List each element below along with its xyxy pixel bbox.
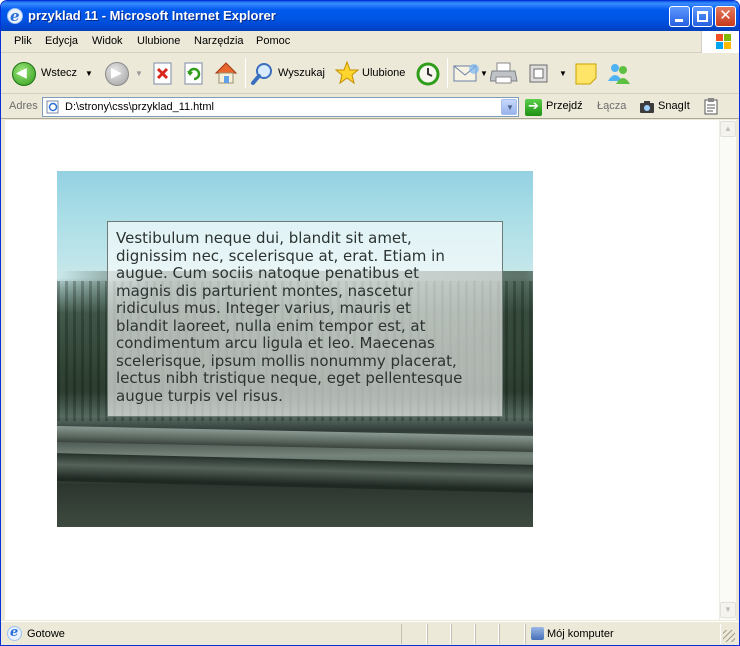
- clipboard-icon[interactable]: [703, 98, 719, 115]
- paragraph-line: blandit laoreet, nulla enim tempor est, …: [116, 316, 426, 335]
- status-bar: e Gotowe Mój komputer: [1, 621, 739, 645]
- paragraph-line: scelerisque, ipsum mollis nonummy placer…: [116, 351, 457, 370]
- address-input[interactable]: D:\strony\css\przyklad_11.html ▼: [42, 97, 519, 117]
- snagit-camera-icon[interactable]: [639, 100, 655, 114]
- status-cell: [475, 624, 499, 644]
- chevron-down-icon: ▼: [506, 103, 514, 112]
- go-arrow-icon[interactable]: ➔: [525, 99, 542, 116]
- toolbar-separator: [245, 58, 246, 88]
- back-arrow-icon[interactable]: ◀: [12, 62, 36, 86]
- go-button-label[interactable]: Przejdź: [546, 100, 583, 112]
- menu-pomoc[interactable]: Pomoc: [256, 35, 290, 47]
- back-button-label[interactable]: Wstecz: [41, 67, 77, 79]
- paragraph-line: condimentum arcu ligula et leo. Maecenas: [116, 334, 435, 352]
- messenger-icon[interactable]: [605, 61, 633, 87]
- status-cell: [451, 624, 475, 644]
- page-icon: [46, 100, 59, 114]
- paragraph-line: Vestibulum neque dui, blandit sit amet,: [116, 229, 412, 247]
- forward-dropdown-icon[interactable]: ▼: [135, 69, 143, 78]
- status-cell: [427, 624, 451, 644]
- mail-dropdown-icon[interactable]: ▼: [480, 69, 488, 78]
- paragraph-line: dignissim nec, scelerisque at, erat. Eti…: [116, 246, 445, 265]
- toolbar-separator: [447, 58, 448, 88]
- back-dropdown-icon[interactable]: ▼: [85, 69, 93, 78]
- search-button-label[interactable]: Wyszukaj: [278, 67, 325, 79]
- menu-bar: Plik Edycja Widok Ulubione Narzędzia Pom…: [1, 31, 739, 53]
- edit-dropdown-icon[interactable]: ▼: [559, 69, 567, 78]
- windows-logo-icon: [701, 31, 739, 53]
- background-photo: Vestibulum neque dui, blandit sit amet, …: [57, 171, 533, 527]
- address-value[interactable]: D:\strony\css\przyklad_11.html: [65, 101, 214, 113]
- favorites-star-icon[interactable]: [334, 60, 360, 86]
- menu-narzedzia[interactable]: Narzędzia: [194, 35, 244, 47]
- scroll-down-button[interactable]: ▼: [720, 602, 736, 618]
- menu-edycja[interactable]: Edycja: [45, 35, 78, 47]
- vertical-scrollbar[interactable]: ▲ ▼: [719, 120, 736, 620]
- status-cell: [401, 624, 427, 644]
- computer-zone-icon: [531, 627, 544, 640]
- menu-ulubione[interactable]: Ulubione: [137, 35, 180, 47]
- address-dropdown-button[interactable]: ▼: [501, 99, 517, 115]
- minimize-icon: [675, 19, 683, 22]
- paragraph-line: augue turpis vel risus.: [116, 386, 283, 405]
- chevron-down-icon: ▼: [724, 605, 732, 614]
- status-text: Gotowe: [27, 628, 65, 640]
- note-icon[interactable]: [574, 62, 598, 86]
- zone-text: Mój komputer: [547, 628, 614, 640]
- edit-page-icon[interactable]: [528, 63, 550, 85]
- address-label: Adres: [9, 100, 38, 112]
- translucent-text-box: Vestibulum neque dui, blandit sit amet, …: [107, 221, 503, 417]
- snagit-button-label[interactable]: SnagIt: [658, 100, 690, 112]
- ie-icon: e: [7, 7, 23, 25]
- stop-icon[interactable]: [152, 62, 174, 86]
- refresh-icon[interactable]: [183, 62, 205, 86]
- search-icon[interactable]: [250, 61, 276, 87]
- mail-icon[interactable]: [453, 63, 481, 85]
- print-icon[interactable]: [490, 62, 518, 86]
- paragraph-line: augue. Cum sociis natoque penatibus et: [116, 264, 420, 282]
- window-title: przyklad 11 - Microsoft Internet Explore…: [28, 8, 276, 23]
- address-bar: Adres D:\strony\css\przyklad_11.html ▼ ➔…: [1, 95, 739, 119]
- maximize-icon: [697, 11, 708, 22]
- forward-arrow-icon[interactable]: ▶: [105, 62, 129, 86]
- links-label[interactable]: Łącza: [597, 100, 626, 112]
- close-icon: ✕: [719, 6, 732, 24]
- title-bar[interactable]: e przyklad 11 - Microsoft Internet Explo…: [1, 1, 739, 31]
- paragraph-line: ridiculus mus. Integer varius, mauris et: [116, 299, 411, 317]
- chevron-up-icon: ▲: [724, 124, 732, 133]
- resize-grip[interactable]: [723, 630, 735, 642]
- scroll-up-button[interactable]: ▲: [720, 121, 736, 137]
- home-icon[interactable]: [213, 60, 239, 86]
- favorites-button-label[interactable]: Ulubione: [362, 67, 405, 79]
- guardrail: [57, 426, 533, 452]
- minimize-button[interactable]: [669, 6, 690, 27]
- standard-toolbar: ◀ Wstecz ▼ ▶ ▼ Wyszukaj Ulubione ▼ ▼: [1, 54, 739, 94]
- paragraph-line: magnis dis parturient montes, nascetur: [116, 281, 414, 300]
- ie-window: e przyklad 11 - Microsoft Internet Explo…: [0, 0, 740, 646]
- status-cell: [499, 624, 525, 644]
- page-status-icon: e: [7, 625, 22, 641]
- history-icon[interactable]: [415, 61, 441, 87]
- close-button[interactable]: ✕: [715, 6, 736, 27]
- paragraph-line: lectus nibh tristique neque, eget pellen…: [116, 369, 463, 387]
- menu-plik[interactable]: Plik: [14, 35, 32, 47]
- page-viewport: Vestibulum neque dui, blandit sit amet, …: [5, 120, 719, 620]
- menu-widok[interactable]: Widok: [92, 35, 123, 47]
- maximize-button[interactable]: [692, 6, 713, 27]
